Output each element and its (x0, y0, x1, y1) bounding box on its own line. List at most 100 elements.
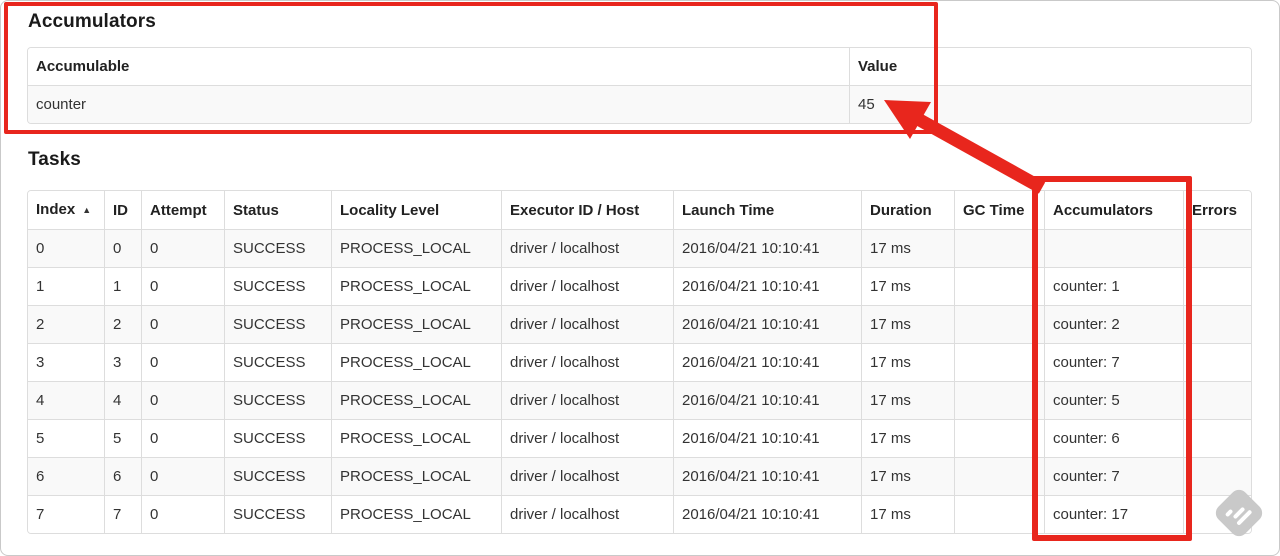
sort-ascending-icon: ▲ (82, 205, 92, 215)
cell: counter: 7 (1044, 343, 1183, 381)
cell: 2016/04/21 10:10:41 (673, 305, 861, 343)
cell (1183, 495, 1251, 533)
cell: 17 ms (861, 495, 954, 533)
cell (954, 343, 1044, 381)
column-header-duration[interactable]: Duration (861, 191, 954, 229)
cell: 6 (28, 457, 104, 495)
cell: 2016/04/21 10:10:41 (673, 381, 861, 419)
cell: 7 (104, 495, 141, 533)
column-header-gc-time[interactable]: GC Time (954, 191, 1044, 229)
cell: 0 (141, 305, 224, 343)
cell: 17 ms (861, 305, 954, 343)
cell: driver / localhost (501, 305, 673, 343)
accumulable-table: Accumulable Value counter 45 (27, 47, 1252, 124)
cell: 0 (141, 229, 224, 267)
cell: 2016/04/21 10:10:41 (673, 343, 861, 381)
cell: 0 (141, 495, 224, 533)
cell: 5 (104, 419, 141, 457)
cell: 2016/04/21 10:10:41 (673, 457, 861, 495)
cell: SUCCESS (224, 457, 331, 495)
cell: counter: 6 (1044, 419, 1183, 457)
cell: 17 ms (861, 343, 954, 381)
cell: 4 (104, 381, 141, 419)
cell (1183, 267, 1251, 305)
table-row: 1 1 0 SUCCESS PROCESS_LOCAL driver / localhos… (28, 267, 1251, 305)
cell: SUCCESS (224, 343, 331, 381)
cell: 0 (141, 343, 224, 381)
column-header-accumulators[interactable]: Accumulators (1044, 191, 1183, 229)
cell: SUCCESS (224, 267, 331, 305)
cell: driver / localhost (501, 381, 673, 419)
column-header-label: ID (113, 201, 128, 219)
cell (1183, 381, 1251, 419)
cell: counter (28, 85, 849, 123)
column-header-status[interactable]: Status (224, 191, 331, 229)
cell: 17 ms (861, 457, 954, 495)
cell: PROCESS_LOCAL (331, 457, 501, 495)
cell (954, 419, 1044, 457)
column-header-id[interactable]: ID (104, 191, 141, 229)
header-row: Index ▲ ID Attempt Status Locality Level Execu… (28, 191, 1251, 229)
table-row: 3 3 0 SUCCESS PROCESS_LOCAL driver / localhos… (28, 343, 1251, 381)
column-header-label: Errors (1192, 201, 1238, 219)
cell (1183, 457, 1251, 495)
tasks-table: Index ▲ ID Attempt Status Locality Level Execu… (27, 190, 1252, 534)
cell (954, 381, 1044, 419)
column-header-label: Executor ID / Host (510, 201, 640, 219)
column-header-launch-time[interactable]: Launch Time (673, 191, 861, 229)
column-header-label: Duration (870, 201, 932, 219)
cell: 4 (28, 381, 104, 419)
cell: PROCESS_LOCAL (331, 229, 501, 267)
cell: counter: 2 (1044, 305, 1183, 343)
column-header-value[interactable]: Value (849, 48, 1251, 85)
column-header-attempt[interactable]: Attempt (141, 191, 224, 229)
cell: 2016/04/21 10:10:41 (673, 419, 861, 457)
cell: 0 (141, 457, 224, 495)
cell: 0 (141, 419, 224, 457)
cell (1183, 229, 1251, 267)
cell: driver / localhost (501, 495, 673, 533)
cell: PROCESS_LOCAL (331, 495, 501, 533)
cell: PROCESS_LOCAL (331, 343, 501, 381)
cell: PROCESS_LOCAL (331, 305, 501, 343)
cell: 45 (849, 85, 1251, 123)
cell: PROCESS_LOCAL (331, 381, 501, 419)
table-row: 4 4 0 SUCCESS PROCESS_LOCAL driver / localhos… (28, 381, 1251, 419)
column-header-label: Launch Time (682, 201, 775, 219)
cell: PROCESS_LOCAL (331, 267, 501, 305)
cell: SUCCESS (224, 495, 331, 533)
cell: 17 ms (861, 229, 954, 267)
cell (1183, 343, 1251, 381)
cell: SUCCESS (224, 381, 331, 419)
column-header-locality-level[interactable]: Locality Level (331, 191, 501, 229)
cell (954, 305, 1044, 343)
column-header-label: GC Time (963, 201, 1025, 219)
column-header-executor-id-host[interactable]: Executor ID / Host (501, 191, 673, 229)
column-header-index[interactable]: Index ▲ (28, 191, 104, 229)
cell: 0 (141, 267, 224, 305)
cell: 3 (104, 343, 141, 381)
cell: 17 ms (861, 419, 954, 457)
cell: 5 (28, 419, 104, 457)
column-header-label: Value (858, 58, 898, 75)
cell: SUCCESS (224, 305, 331, 343)
header-row: Accumulable Value (28, 48, 1251, 85)
cell: 0 (141, 381, 224, 419)
table-row: 7 7 0 SUCCESS PROCESS_LOCAL driver / localhos… (28, 495, 1251, 533)
cell: 17 ms (861, 267, 954, 305)
cell: 2016/04/21 10:10:41 (673, 267, 861, 305)
cell: driver / localhost (501, 343, 673, 381)
table-row: 0 0 0 SUCCESS PROCESS_LOCAL driver / localhos… (28, 229, 1251, 267)
cell (954, 495, 1044, 533)
column-header-label: Attempt (150, 201, 207, 219)
table-row: 6 6 0 SUCCESS PROCESS_LOCAL driver / localhos… (28, 457, 1251, 495)
cell: 1 (104, 267, 141, 305)
cell: 2 (28, 305, 104, 343)
column-header-errors[interactable]: Errors (1183, 191, 1251, 229)
column-header-label: Status (233, 201, 279, 219)
cell: 0 (28, 229, 104, 267)
column-header-accumulable[interactable]: Accumulable (28, 48, 849, 85)
column-header-label: Accumulators (1053, 201, 1154, 219)
table-row: 2 2 0 SUCCESS PROCESS_LOCAL driver / localhos… (28, 305, 1251, 343)
cell: counter: 7 (1044, 457, 1183, 495)
